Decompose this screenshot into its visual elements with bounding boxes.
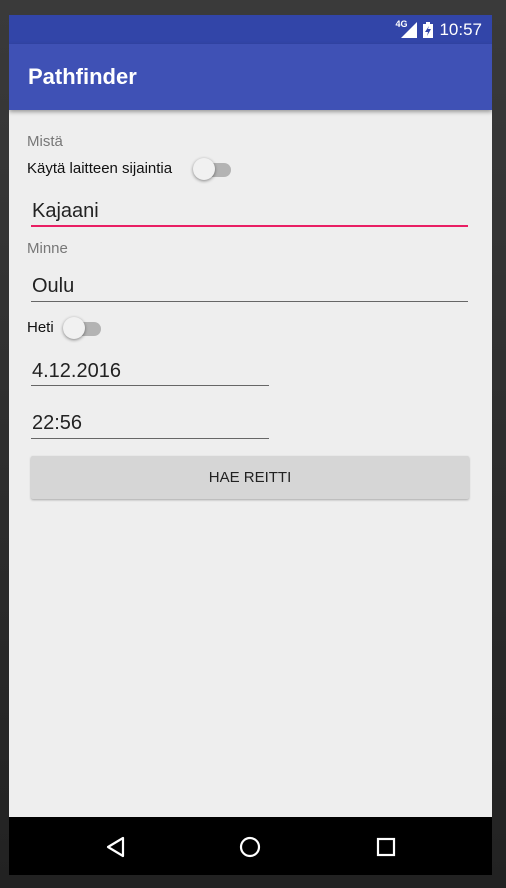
from-label: Mistä [27,133,63,150]
search-route-button[interactable]: HAE REITTI [31,456,469,499]
date-input[interactable] [32,357,268,385]
from-input-underline [31,225,468,227]
switch-thumb [63,317,85,339]
from-input[interactable] [32,197,466,225]
to-label: Minne [27,240,68,257]
now-switch[interactable] [63,317,101,339]
use-location-switch[interactable] [193,158,231,180]
use-location-label: Käytä laitteen sijaintia [27,160,173,177]
device-frame: 4G 10:57 Pathfinder Mistä Käytä laitteen… [0,0,506,888]
to-input-underline [31,301,468,302]
screen: 4G 10:57 Pathfinder Mistä Käytä laitteen… [9,15,492,875]
back-triangle-icon[interactable] [101,832,131,862]
recents-square-icon[interactable] [371,832,401,862]
switch-thumb [193,158,215,180]
network-type-label: 4G [395,19,408,29]
status-icons: 4G 10:57 [395,19,482,40]
now-label: Heti [27,319,54,336]
signal-icon: 4G [395,19,418,38]
time-input-underline [31,438,269,439]
battery-icon [423,22,434,38]
app-bar: Pathfinder [9,44,492,110]
date-input-underline [31,385,269,386]
home-circle-icon[interactable] [235,832,265,862]
navigation-bar [9,817,492,875]
status-bar: 4G 10:57 [9,15,492,44]
app-title: Pathfinder [28,64,137,89]
time-input[interactable] [32,409,268,437]
to-input[interactable] [32,272,466,300]
status-time: 10:57 [439,20,482,39]
